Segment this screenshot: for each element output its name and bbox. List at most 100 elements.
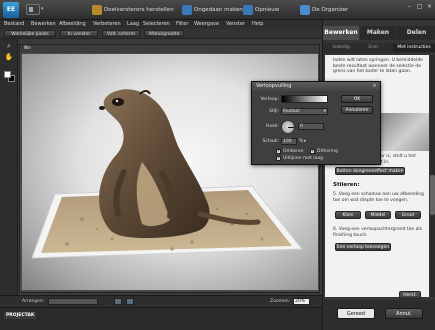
style-label: Stijl: <box>269 109 279 114</box>
chevron-down-icon: ▾ <box>323 109 326 114</box>
tab-guided[interactable]: Met instructies <box>393 44 435 52</box>
menu-file[interactable]: Bestand <box>4 21 24 27</box>
angle-dial[interactable] <box>281 120 295 134</box>
print-size-button[interactable]: Afdrukgrootte <box>144 30 184 37</box>
reverse-label: Omkeren <box>283 149 304 154</box>
redo-label: Opnieuw <box>255 7 280 13</box>
undo-label: Ongedaan maken <box>194 7 243 13</box>
stylize-heading: Stileren: <box>333 182 360 188</box>
toolbox: ⌕ ✋ <box>0 39 18 295</box>
add-gradient-button[interactable]: Een verloop toevoegen <box>335 243 391 251</box>
full-screen-button[interactable]: Volt. scherm <box>102 30 140 37</box>
cascade-layout-icon[interactable] <box>126 298 134 305</box>
style-select[interactable]: Radiaal ▾ <box>281 108 328 115</box>
workspace-layout-button[interactable] <box>26 4 40 15</box>
project-bin-label[interactable]: PROJECTAK <box>4 312 37 319</box>
menu-image[interactable]: Afbeelding <box>59 21 86 27</box>
mode-tabs: Bewerken Maken Delen <box>323 26 435 40</box>
document-tab[interactable]: file × <box>20 45 319 53</box>
tab-quick[interactable]: Snel <box>363 44 383 52</box>
create-frame-effect-button[interactable]: Button dongrenseffect maken <box>335 167 405 175</box>
ok-button[interactable]: OK <box>341 95 373 103</box>
align-with-layer-checkbox[interactable]: ✓ Uitlijnen met laag <box>276 156 323 161</box>
redo-button[interactable]: Opnieuw <box>243 5 279 15</box>
gradient-fill-dialog: Verloopvulling × Verloop: Stijl: Radiaal… <box>251 81 381 165</box>
chevron-down-icon[interactable]: ▾ <box>41 6 44 12</box>
document-status-bar: Arrangen: Zoomen: 20% <box>0 295 322 307</box>
shadow-medium-button[interactable]: Middel <box>365 211 391 219</box>
dialog-cancel-button[interactable]: Annuleren <box>341 106 373 114</box>
organizer-icon <box>300 5 310 15</box>
dither-checkbox[interactable]: ✓ Dithering <box>310 149 338 154</box>
menu-view[interactable]: Weergave <box>194 21 219 27</box>
menu-edit[interactable]: Bewerken <box>31 21 56 27</box>
step6-text: 6. Voeg een verloopachtergrond toe als f… <box>333 227 422 238</box>
zoom-tool-icon[interactable]: ⌕ <box>4 42 14 51</box>
align-label: Uitlijnen met laag <box>283 156 323 161</box>
app-logo: EE <box>3 2 19 18</box>
intro-text: laden wilt laten springen. U bemiddelde … <box>333 58 423 74</box>
menu-bar: Bestand Bewerken Afbeelding Verbeteren L… <box>0 20 322 29</box>
dialog-close-icon[interactable]: × <box>371 83 378 90</box>
tab-create[interactable]: Maken <box>360 26 396 40</box>
arrange-select[interactable] <box>48 298 98 305</box>
organizer-button[interactable]: De Organizer <box>300 5 348 15</box>
scale-arrow-icon[interactable]: ▸ <box>304 138 307 144</box>
cancel-button[interactable]: Annul. <box>385 308 423 319</box>
foreground-color-swatch[interactable] <box>4 71 11 78</box>
menu-enhance[interactable]: Verbeteren <box>93 21 121 27</box>
panel-footer: Gereed Annul. <box>323 300 435 330</box>
undo-all-button[interactable]: Doelversterers herstellen <box>92 5 174 15</box>
done-button[interactable]: Gereed <box>337 308 375 319</box>
maximize-icon[interactable]: □ <box>415 3 424 11</box>
angle-field[interactable]: 0 <box>298 123 324 130</box>
menu-help[interactable]: Help <box>252 21 263 27</box>
angle-label: Hoek: <box>265 124 279 129</box>
scale-label: Schaal: <box>262 139 279 144</box>
reverse-checkbox[interactable]: ✓ Omkeren <box>276 149 304 154</box>
close-document-icon[interactable]: × <box>24 46 316 51</box>
zoom-label: Zoomen: <box>270 299 291 304</box>
dialog-title-bar[interactable]: Verloopvulling × <box>252 82 380 91</box>
revert-icon <box>92 5 102 15</box>
panel-scrollbar[interactable] <box>430 55 435 297</box>
minimize-icon[interactable]: – <box>405 3 414 11</box>
menu-select[interactable]: Selecteren <box>143 21 170 27</box>
zoom-field[interactable]: 20% <box>293 298 310 305</box>
menu-layer[interactable]: Laag <box>127 21 139 27</box>
dither-label: Dithering <box>317 149 338 154</box>
tile-layout-icon[interactable] <box>114 298 122 305</box>
title-bar: EE ▾ Doelversterers herstellen Ongedaan … <box>0 0 435 20</box>
shadow-small-button[interactable]: Klein <box>335 211 361 219</box>
menu-filter[interactable]: Filter <box>176 21 188 27</box>
fit-screen-button[interactable]: In venster <box>60 30 98 37</box>
panel-scrollbar-thumb[interactable] <box>430 175 435 215</box>
dialog-title: Verloopvulling <box>256 83 292 89</box>
menu-window[interactable]: Venster <box>226 21 245 27</box>
checkmark-icon: ✓ <box>276 149 281 154</box>
tab-full[interactable]: Volledig <box>327 44 355 52</box>
checkmark-icon: ✓ <box>310 149 315 154</box>
scale-field[interactable]: 100 <box>281 138 297 145</box>
style-value: Radiaal <box>283 109 300 114</box>
gradient-label: Verloop: <box>260 97 279 102</box>
tab-edit[interactable]: Bewerken <box>323 26 359 40</box>
edit-subtabs: Volledig Snel Met instructies <box>323 43 435 53</box>
reset-button[interactable]: Herst. <box>399 291 421 299</box>
close-icon[interactable]: × <box>425 3 434 11</box>
gradient-preview-swatch[interactable] <box>281 95 328 103</box>
tab-share[interactable]: Delen <box>397 26 435 40</box>
tool-options-bar: Werkelijke pixels In venster Volt. scher… <box>0 29 322 39</box>
hand-tool-icon[interactable]: ✋ <box>4 53 14 62</box>
edit-panel: Bewerken Maken Delen Volledig Snel Met i… <box>322 20 435 330</box>
organizer-label: De Organizer <box>312 7 349 13</box>
arrange-label: Arrangen: <box>22 299 45 304</box>
undo-button[interactable]: Ongedaan maken <box>182 5 243 15</box>
redo-icon <box>243 5 253 15</box>
actual-pixels-button[interactable]: Werkelijke pixels <box>4 30 56 37</box>
shadow-large-button[interactable]: Groot <box>395 211 421 219</box>
checkmark-icon: ✓ <box>276 156 281 161</box>
scale-unit: % <box>299 139 304 144</box>
project-bin-bar: PROJECTAK <box>0 307 322 330</box>
undo-all-label: Doelversterers herstellen <box>104 7 174 13</box>
